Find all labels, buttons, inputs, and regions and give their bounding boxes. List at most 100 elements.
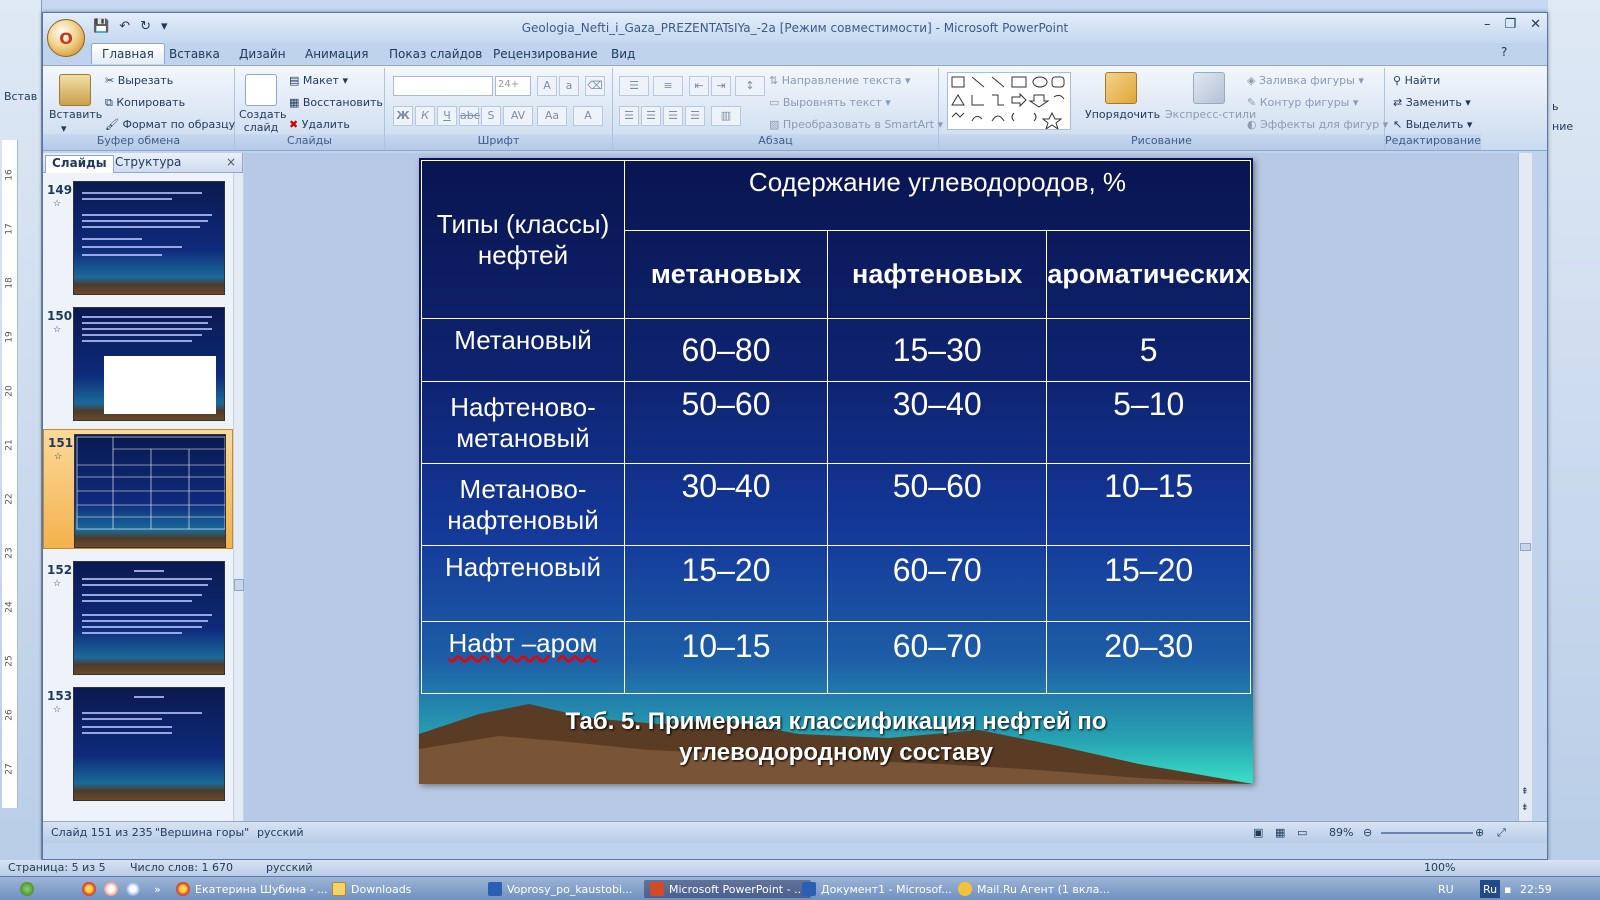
change-case-icon[interactable]: Aa [537, 106, 567, 126]
arrange-icon[interactable] [1105, 72, 1137, 104]
help-icon[interactable]: ? [1501, 45, 1507, 59]
justify-icon[interactable]: ☰ [685, 106, 705, 126]
cut-button[interactable]: ✂ Вырезать [105, 74, 173, 87]
tab-home[interactable]: Главная [91, 43, 165, 64]
tray-icon[interactable]: ▪ [1504, 880, 1511, 898]
office-button[interactable]: O [47, 19, 85, 57]
start-button[interactable] [20, 880, 34, 898]
slide-thumb-151[interactable]: 151 ☆ [43, 429, 233, 549]
align-center-icon[interactable]: ☰ [641, 106, 661, 126]
media-quicklaunch[interactable] [126, 880, 140, 898]
tab-view[interactable]: Вид [611, 47, 635, 61]
panel-scrollbar[interactable] [233, 173, 244, 821]
numbering-icon[interactable]: ≡ [653, 76, 683, 96]
zoom-out-icon[interactable]: ⊖ [1363, 826, 1372, 839]
taskbar-label: Downloads [351, 882, 412, 896]
font-size-combo[interactable]: 24+ [495, 76, 531, 96]
tab-animation[interactable]: Анимация [305, 47, 368, 61]
shape-outline-button[interactable]: ✎ Контур фигуры ▾ [1247, 96, 1358, 109]
new-slide-button[interactable]: Создать слайд [239, 108, 287, 134]
shrink-font-icon[interactable]: a [559, 76, 579, 96]
slide-thumb-152[interactable]: 152 ☆ [43, 557, 233, 677]
normal-view-icon[interactable]: ▣ [1253, 826, 1263, 839]
font-color-icon[interactable]: A [573, 106, 603, 126]
tab-review[interactable]: Рецензирование [493, 47, 598, 61]
slide-canvas[interactable]: Типы (классы) нефтей Содержание углеводо… [419, 158, 1253, 784]
tab-insert[interactable]: Вставка [169, 47, 220, 61]
shapes-gallery[interactable] [947, 72, 1071, 131]
font-name-combo[interactable] [393, 76, 493, 96]
slide-thumb-153[interactable]: 153 ☆ [43, 683, 233, 803]
chrome-quicklaunch[interactable] [82, 880, 96, 898]
shadow-icon[interactable]: S [481, 106, 501, 126]
bullets-icon[interactable]: ☰ [619, 76, 649, 96]
paste-button[interactable]: Вставить [49, 108, 102, 121]
editor-scrollbar[interactable]: ⇞ ⇟ [1518, 153, 1532, 821]
columns-icon[interactable]: ▥ [711, 106, 741, 126]
quick-styles-button[interactable]: Экспресс-стили [1165, 108, 1256, 121]
close-icon[interactable]: ✕ [1530, 17, 1541, 32]
taskbar-item-chrome[interactable]: Екатерина Шубина - ... [176, 880, 328, 898]
zoom-in-icon[interactable]: ⊕ [1475, 826, 1484, 839]
smartart-button[interactable]: ▧ Преобразовать в SmartArt ▾ [769, 118, 943, 131]
italic-icon[interactable]: К [415, 106, 435, 126]
taskbar-item-mailru[interactable]: Mail.Ru Агент (1 вкла... [958, 880, 1110, 898]
minimize-icon[interactable]: – [1484, 17, 1491, 32]
prev-slide-icon[interactable]: ⇞ [1521, 787, 1529, 797]
increase-indent-icon[interactable]: ⇥ [711, 76, 731, 96]
tab-slideshow[interactable]: Показ слайдов [389, 47, 482, 61]
text-direction-button[interactable]: ⇅ Направление текста ▾ [769, 74, 911, 87]
tab-slides[interactable]: Слайды [45, 155, 114, 173]
find-button[interactable]: ⚲ Найти [1393, 74, 1440, 87]
zoom-slider[interactable] [1381, 832, 1473, 834]
new-slide-icon[interactable] [245, 74, 277, 106]
taskbar-item-powerpoint[interactable]: Microsoft PowerPoint - ... [644, 880, 811, 898]
thumb-line [82, 246, 182, 248]
keyboard-layout[interactable]: Ru [1480, 880, 1501, 898]
align-text-button[interactable]: ▭ Выровнять текст ▾ [769, 96, 891, 109]
zoom-level[interactable]: 89% [1329, 826, 1353, 839]
delete-slide-button[interactable]: ✖ Удалить [289, 118, 350, 131]
reset-button[interactable]: ▦ Восстановить [289, 96, 383, 109]
quick-styles-icon[interactable] [1193, 72, 1225, 104]
close-panel-icon[interactable]: × [226, 155, 236, 169]
panel-scroll-thumb[interactable] [234, 579, 244, 591]
tab-design[interactable]: Дизайн [239, 47, 286, 61]
taskbar-item-word-doc[interactable]: Voprosy_po_kaustobi... [488, 880, 633, 898]
paste-icon[interactable] [59, 74, 91, 106]
shape-effects-button[interactable]: ◐ Эффекты для фигур ▾ [1247, 118, 1388, 131]
next-slide-icon[interactable]: ⇟ [1521, 803, 1529, 813]
restore-icon[interactable]: ❐ [1504, 17, 1516, 32]
strikethrough-icon[interactable]: abc [459, 106, 480, 126]
char-spacing-icon[interactable]: AV [503, 106, 533, 126]
language-bar[interactable]: RU [1438, 880, 1454, 898]
editor-scroll-thumb[interactable] [1520, 543, 1531, 551]
clear-format-icon[interactable]: ⌫ [585, 76, 605, 96]
shape-fill-button[interactable]: ◈ Заливка фигуры ▾ [1247, 74, 1364, 87]
taskbar-item-downloads[interactable]: Downloads [332, 880, 411, 898]
clock[interactable]: 22:59 [1520, 880, 1552, 898]
arrange-button[interactable]: Упорядочить [1085, 108, 1160, 121]
align-right-icon[interactable]: ☰ [663, 106, 683, 126]
quicklaunch-more-icon[interactable]: » [154, 880, 161, 898]
slide-thumb-150[interactable]: 150 ☆ [43, 303, 233, 423]
bold-icon[interactable]: Ж [393, 106, 413, 126]
align-left-icon[interactable]: ☰ [619, 106, 639, 126]
layout-button[interactable]: ▤ Макет ▾ [289, 74, 348, 87]
replace-button[interactable]: ⇄ Заменить ▾ [1393, 96, 1471, 109]
fit-window-icon[interactable]: ⤢ [1497, 826, 1506, 840]
grow-font-icon[interactable]: A [537, 76, 557, 96]
underline-icon[interactable]: Ч [437, 106, 457, 126]
slide-thumb-149[interactable]: 149 ☆ [43, 177, 233, 297]
tab-outline[interactable]: Структура [109, 155, 187, 169]
copy-button[interactable]: ⧉ Копировать [105, 96, 185, 110]
opera-quicklaunch[interactable] [104, 880, 118, 898]
slideshow-view-icon[interactable]: ▭ [1297, 826, 1307, 839]
format-painter-button[interactable]: 🖌 Формат по образцу [105, 118, 235, 131]
line-spacing-icon[interactable]: ↕ [735, 76, 765, 96]
language-indicator[interactable]: русский [257, 826, 304, 839]
select-button[interactable]: ↖ Выделить ▾ [1393, 118, 1472, 131]
slide-sorter-icon[interactable]: ▦ [1275, 826, 1285, 839]
decrease-indent-icon[interactable]: ⇤ [689, 76, 709, 96]
taskbar-item-document1[interactable]: Документ1 - Microsof... [802, 880, 952, 898]
